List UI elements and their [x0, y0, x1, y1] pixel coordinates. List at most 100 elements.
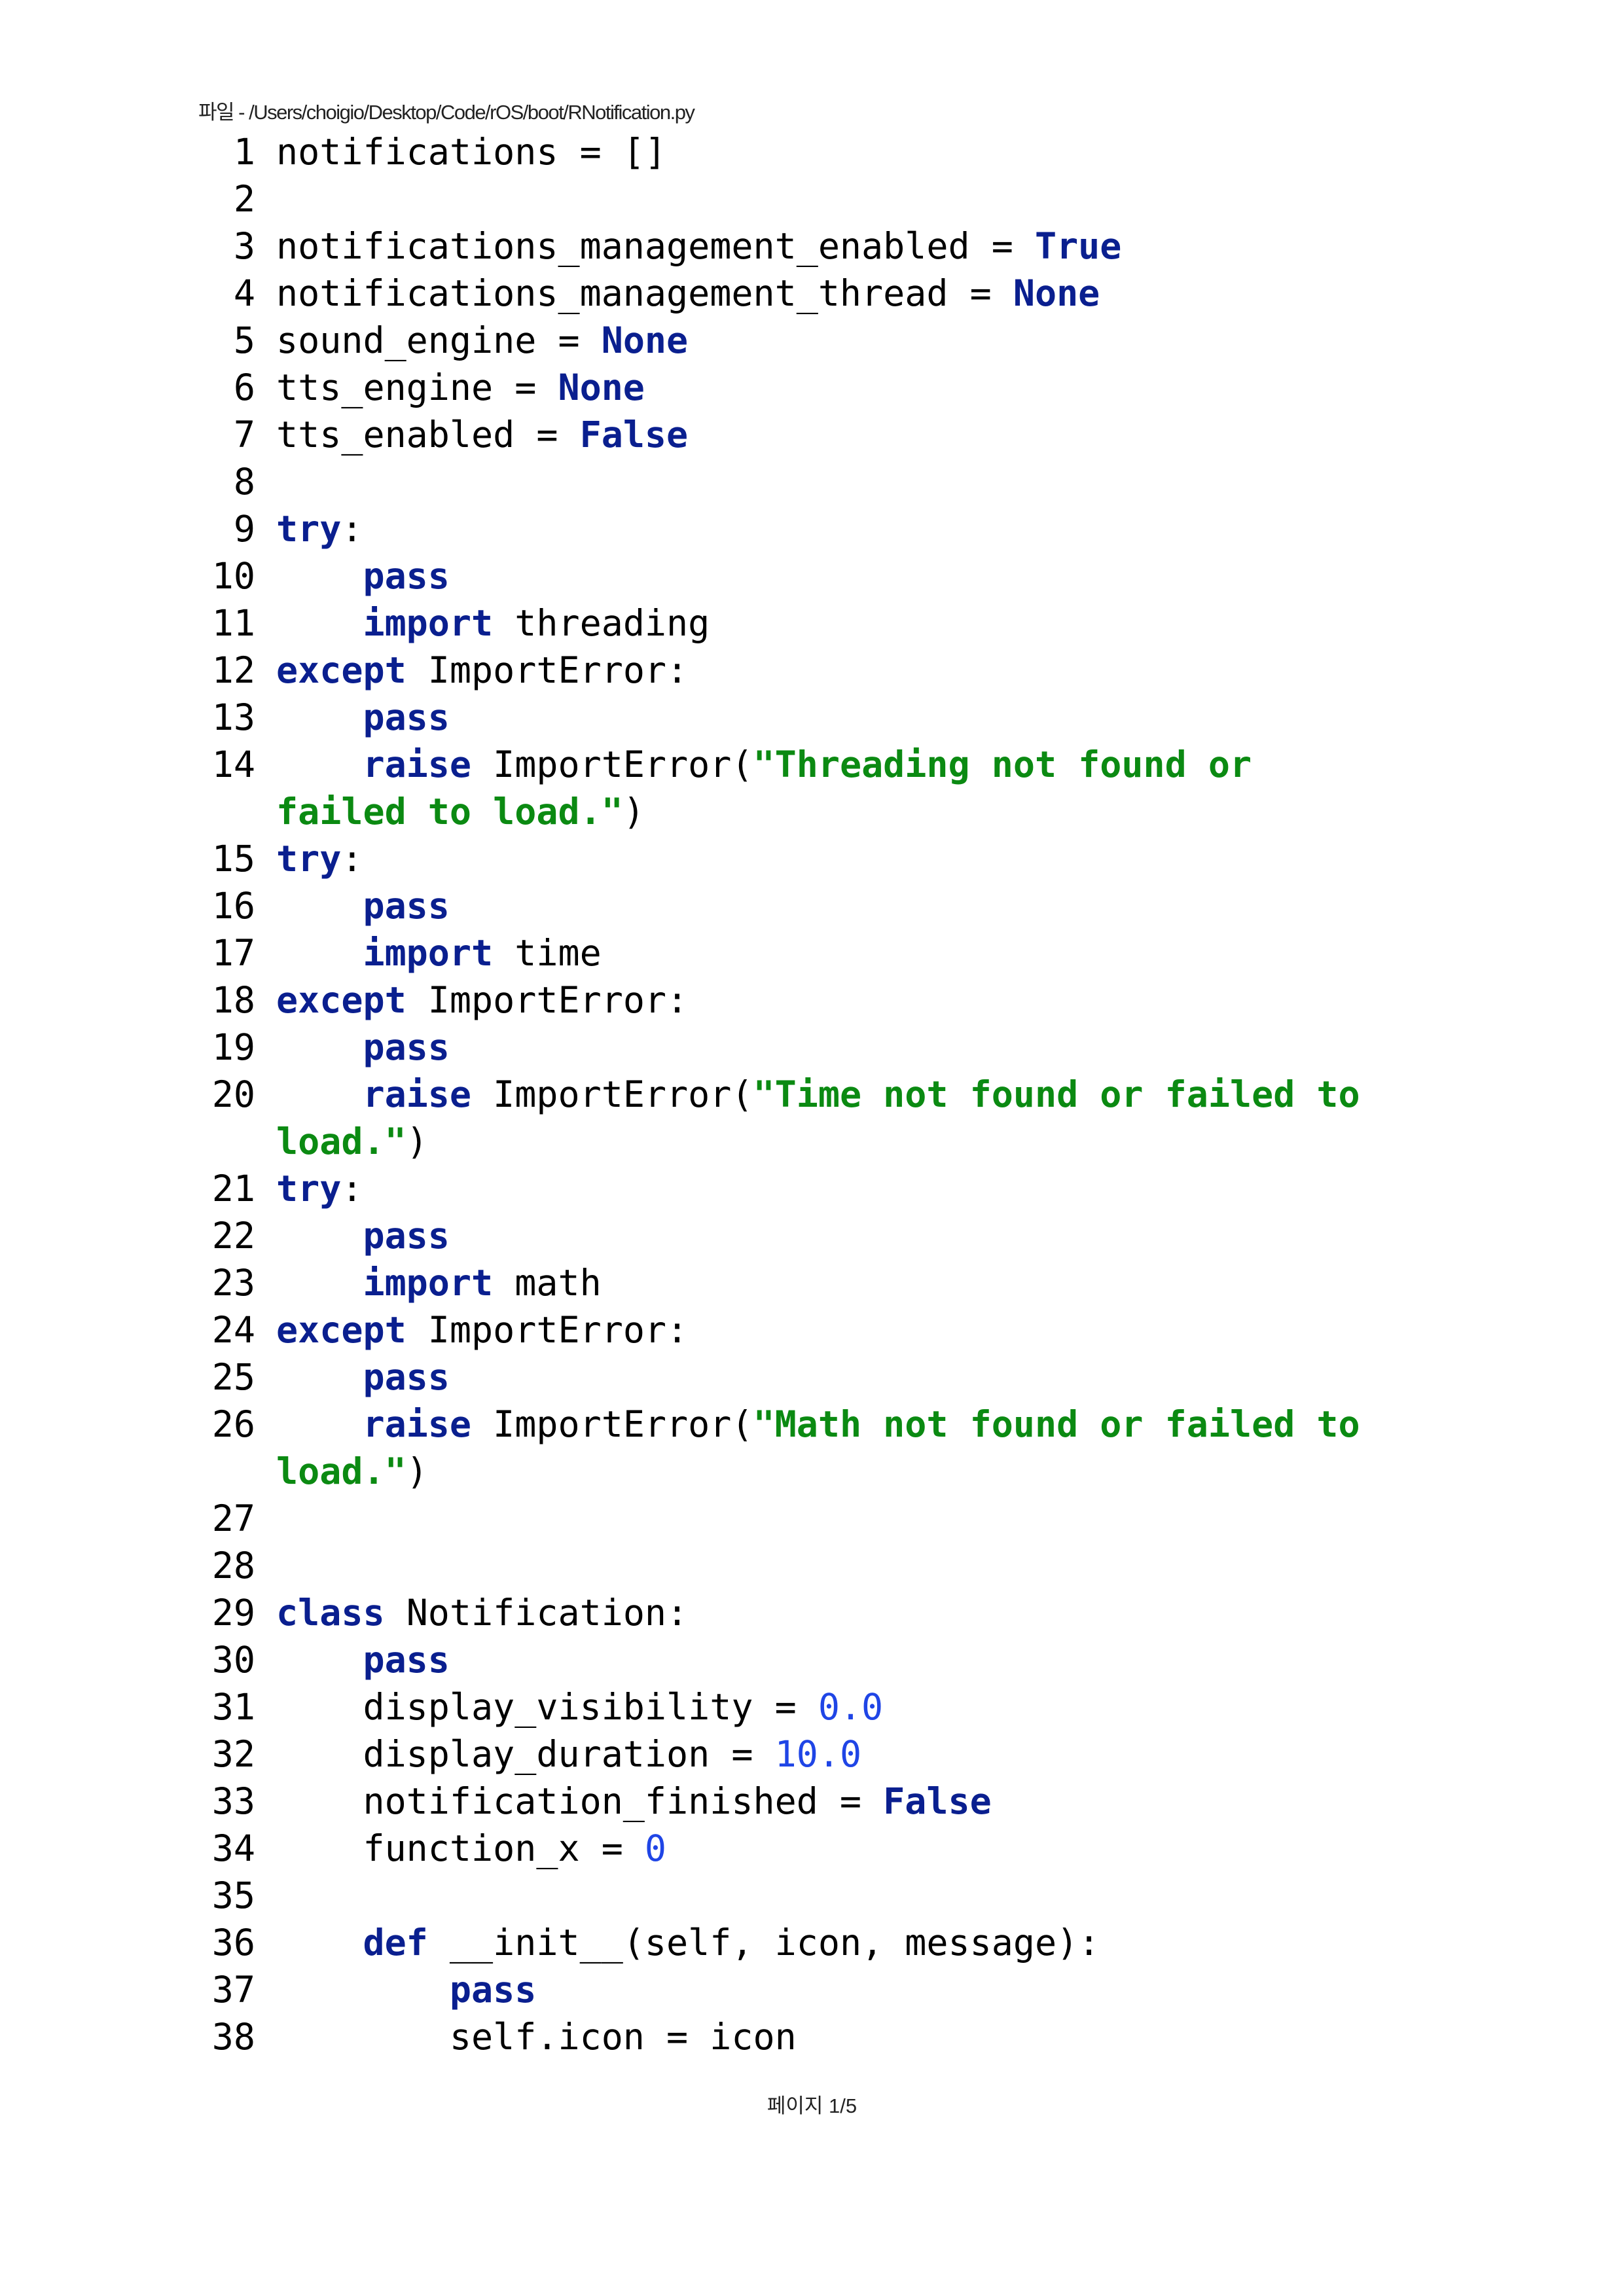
line-number: 18: [211, 979, 255, 1021]
line-content: pass: [276, 552, 449, 600]
line-content: pass: [276, 694, 450, 741]
keyword-token: pass: [363, 1026, 450, 1068]
line-content: import time: [276, 929, 601, 977]
code-line: 6 tts_engine = None: [196, 364, 1360, 411]
code-line: 27: [196, 1495, 1360, 1542]
line-number: 27: [211, 1498, 255, 1539]
line-number: [196, 1118, 276, 1165]
code-text: notifications_management_enabled =: [276, 225, 1035, 267]
string-token: load.": [276, 1121, 406, 1162]
page-number: 페이지 1/5: [767, 2094, 857, 2117]
line-number: 23: [211, 1262, 255, 1304]
keyword-token: pass: [363, 696, 450, 738]
line-number: 1: [233, 131, 255, 173]
string-token: load.": [276, 1450, 406, 1492]
code-line: 31 display_visibility = 0.0: [196, 1683, 1360, 1731]
line-number: 19: [211, 1026, 255, 1068]
code-text: notifications = []: [276, 131, 667, 173]
keyword-token: pass: [363, 885, 450, 927]
code-text: notifications_management_thread =: [276, 272, 1013, 314]
keyword-token: import: [363, 1262, 494, 1304]
code-text: :: [341, 1168, 363, 1210]
line-number: 35: [211, 1874, 255, 1916]
line-content: except ImportError:: [276, 647, 688, 694]
code-line: 16 pass: [196, 882, 1360, 929]
number-token: 0.0: [818, 1686, 884, 1728]
line-number: 2: [233, 178, 255, 220]
line-number: 24: [211, 1309, 255, 1351]
code-line: 17 import time: [196, 929, 1360, 977]
code-line: 34 function_x = 0: [196, 1825, 1360, 1872]
line-number: 32: [211, 1733, 255, 1775]
code-line: 14 raise ImportError("Threading not foun…: [196, 741, 1360, 788]
code-text: tts_engine =: [276, 367, 558, 408]
line-content: tts_enabled = False: [276, 411, 688, 458]
code-line: 13 pass: [196, 694, 1360, 741]
line-content: notification_finished = False: [276, 1778, 992, 1825]
code-line: 1 notifications = []: [196, 128, 1360, 175]
keyword-token: def: [363, 1922, 428, 1964]
line-number: 38: [211, 2016, 255, 2058]
keyword-token: raise: [363, 744, 472, 785]
line-content: failed to load."): [276, 788, 645, 835]
line-content: pass: [276, 1024, 450, 1071]
code-line: 20 raise ImportError("Time not found or …: [196, 1071, 1360, 1118]
line-content: pass: [276, 1636, 449, 1683]
line-content: display_duration = 10.0: [276, 1731, 861, 1778]
keyword-token: pass: [363, 1215, 450, 1257]
keyword-token: except: [276, 1309, 406, 1351]
code-text: ImportError:: [406, 979, 689, 1021]
line-number: 3: [233, 225, 255, 267]
keyword-token: False: [579, 414, 689, 456]
line-content: try:: [276, 505, 363, 552]
keyword-token: except: [276, 649, 406, 691]
line-number: 17: [211, 932, 255, 974]
line-content: load."): [276, 1448, 428, 1495]
keyword-token: import: [363, 602, 494, 644]
line-number: [196, 788, 276, 835]
code-line: 2: [196, 175, 1360, 223]
line-content: notifications_management_thread = None: [276, 270, 1100, 317]
line-number: 34: [211, 1827, 255, 1869]
string-token: failed to load.": [276, 791, 623, 833]
keyword-token: raise: [363, 1073, 472, 1115]
line-number: 14: [211, 744, 255, 785]
code-line: 5 sound_engine = None: [196, 317, 1360, 364]
line-number: 20: [211, 1073, 255, 1115]
code-line-continuation: failed to load."): [196, 788, 1360, 835]
keyword-token: class: [276, 1592, 385, 1634]
line-content: def __init__(self, icon, message):: [276, 1919, 1100, 1966]
line-content: try:: [276, 1165, 363, 1212]
line-content: tts_engine = None: [276, 364, 645, 411]
line-content: raise ImportError("Threading not found o…: [276, 741, 1252, 788]
code-text: ImportError:: [406, 1309, 689, 1351]
line-number: 25: [211, 1356, 255, 1398]
code-text: sound_engine =: [276, 319, 602, 361]
code-line: 30 pass: [196, 1636, 1360, 1683]
string-token: "Time not found or failed to: [753, 1073, 1360, 1115]
code-line: 29 class Notification:: [196, 1589, 1360, 1636]
code-line-continuation: load."): [196, 1448, 1360, 1495]
code-line: 21 try:: [196, 1165, 1360, 1212]
line-content: self.icon = icon: [276, 2013, 797, 2060]
line-content: load."): [276, 1118, 428, 1165]
number-token: 10.0: [774, 1733, 862, 1775]
keyword-token: False: [883, 1780, 992, 1822]
line-number: 12: [211, 649, 255, 691]
code-text: ImportError:: [406, 649, 689, 691]
file-path-header: 파일 - /Users/choigio/Desktop/Code/rOS/boo…: [198, 101, 695, 124]
code-line: 32 display_duration = 10.0: [196, 1731, 1360, 1778]
line-number: 30: [211, 1639, 255, 1681]
line-number: 11: [211, 602, 255, 644]
code-text: display_duration =: [276, 1733, 775, 1775]
